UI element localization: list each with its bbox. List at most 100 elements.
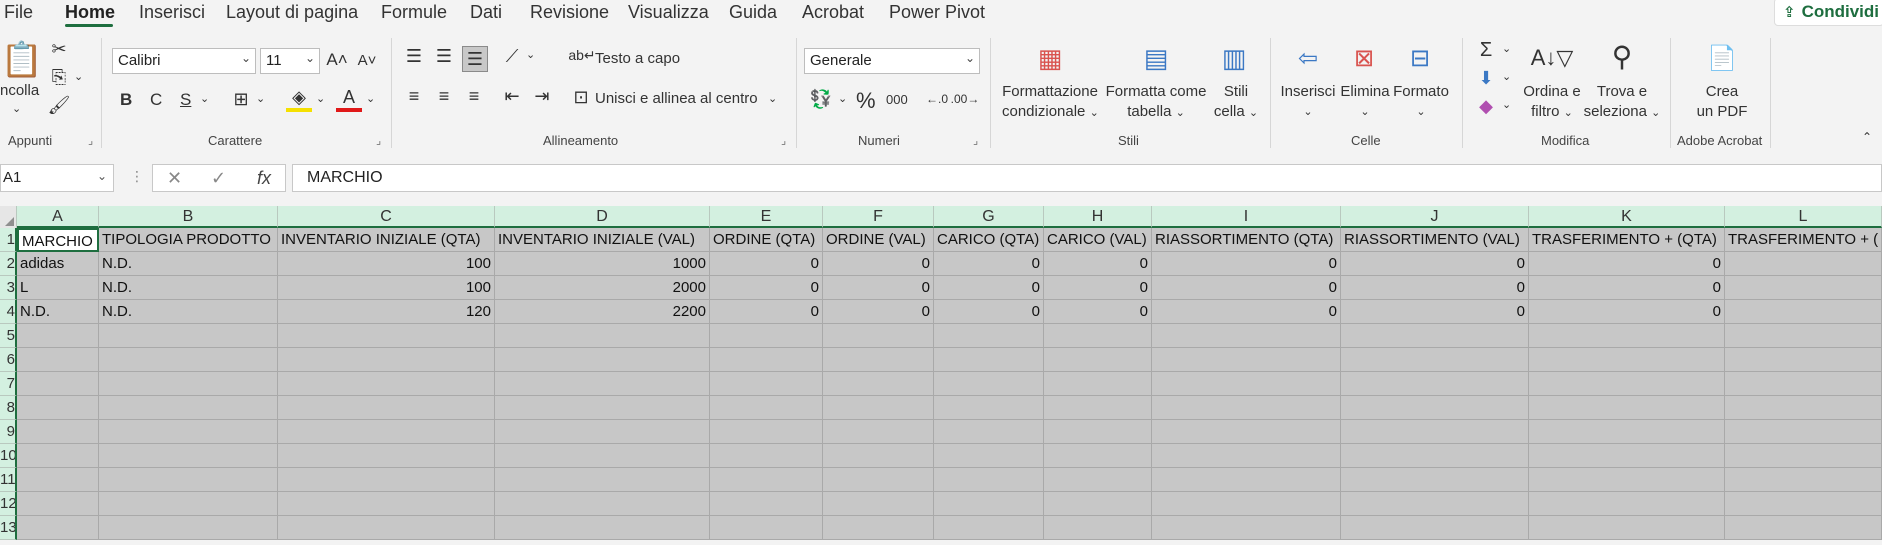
cell-f2[interactable]: 0	[823, 252, 934, 276]
cell-h7[interactable]	[1044, 372, 1152, 396]
cell-b10[interactable]	[99, 444, 278, 468]
column-header-c[interactable]: C	[278, 206, 495, 228]
cell-k5[interactable]	[1529, 324, 1725, 348]
cell-l3[interactable]	[1725, 276, 1882, 300]
cell-h1[interactable]: CARICO (VAL)	[1044, 228, 1152, 252]
cell-d11[interactable]	[495, 468, 710, 492]
cell-j9[interactable]	[1341, 420, 1529, 444]
align-center-icon[interactable]: ≡	[432, 84, 456, 108]
cell-k13[interactable]	[1529, 516, 1725, 540]
menu-acrobat[interactable]: Acrobat	[802, 2, 864, 23]
cell-c8[interactable]	[278, 396, 495, 420]
row-header-6[interactable]: 6	[0, 348, 17, 372]
increase-font-icon[interactable]: A˄	[326, 48, 348, 72]
borders-dropdown-icon[interactable]: ⌄	[256, 92, 265, 105]
name-box[interactable]: A1 ⌄	[0, 164, 114, 192]
cell-b3[interactable]: N.D.	[99, 276, 278, 300]
cell-j6[interactable]	[1341, 348, 1529, 372]
column-header-a[interactable]: A	[17, 206, 99, 228]
fill-icon[interactable]: ⬇	[1474, 66, 1498, 90]
merge-center-icon[interactable]: ⊡	[570, 86, 592, 108]
fill-color-dropdown-icon[interactable]: ⌄	[316, 92, 325, 105]
cell-g9[interactable]	[934, 420, 1044, 444]
column-header-j[interactable]: J	[1341, 206, 1529, 228]
cell-e9[interactable]	[710, 420, 823, 444]
cell-j4[interactable]: 0	[1341, 300, 1529, 324]
cell-c9[interactable]	[278, 420, 495, 444]
cell-c3[interactable]: 100	[278, 276, 495, 300]
clear-dropdown-icon[interactable]: ⌄	[1502, 98, 1511, 111]
cell-i9[interactable]	[1152, 420, 1341, 444]
cell-f13[interactable]	[823, 516, 934, 540]
cell-i2[interactable]: 0	[1152, 252, 1341, 276]
cell-h13[interactable]	[1044, 516, 1152, 540]
column-header-b[interactable]: B	[99, 206, 278, 228]
delete-cells-icon[interactable]: ⊠	[1346, 42, 1382, 74]
share-button[interactable]: ⇪ Condividi	[1774, 0, 1882, 26]
cell-a4[interactable]: N.D.	[17, 300, 99, 324]
formula-input[interactable]: MARCHIO	[292, 164, 1882, 192]
insert-function-icon[interactable]: fx	[257, 168, 271, 189]
menu-dati[interactable]: Dati	[470, 2, 502, 23]
insert-cells-button[interactable]: Inserisci ⌄	[1280, 82, 1336, 122]
currency-dropdown-icon[interactable]: ⌄	[838, 92, 847, 105]
cell-i13[interactable]	[1152, 516, 1341, 540]
cell-j13[interactable]	[1341, 516, 1529, 540]
column-header-f[interactable]: F	[823, 206, 934, 228]
select-all-button[interactable]	[0, 206, 17, 228]
cell-c5[interactable]	[278, 324, 495, 348]
cell-d1[interactable]: INVENTARIO INIZIALE (VAL)	[495, 228, 710, 252]
menu-file[interactable]: File	[4, 2, 33, 23]
cell-g13[interactable]	[934, 516, 1044, 540]
create-pdf-icon[interactable]: 📄	[1706, 40, 1738, 76]
cell-a10[interactable]	[17, 444, 99, 468]
cell-styles-icon[interactable]: ▥	[1216, 42, 1252, 74]
font-color-icon[interactable]: A	[336, 86, 362, 112]
cell-l10[interactable]	[1725, 444, 1882, 468]
row-header-10[interactable]: 10	[0, 444, 17, 468]
cell-k7[interactable]	[1529, 372, 1725, 396]
cell-c10[interactable]	[278, 444, 495, 468]
align-left-icon[interactable]: ≡	[402, 84, 426, 108]
decrease-decimal-icon[interactable]: .00→	[951, 86, 980, 112]
align-middle-icon[interactable]: ☰	[432, 44, 456, 68]
font-size-select[interactable]: 11 ⌄	[260, 48, 320, 74]
cell-k1[interactable]: TRASFERIMENTO + (QTA)	[1529, 228, 1725, 252]
cell-i1[interactable]: RIASSORTIMENTO (QTA)	[1152, 228, 1341, 252]
underline-dropdown-icon[interactable]: ⌄	[200, 92, 209, 105]
percent-button[interactable]: %	[856, 88, 876, 114]
cell-l12[interactable]	[1725, 492, 1882, 516]
menu-visualizza[interactable]: Visualizza	[628, 2, 709, 23]
menu-home[interactable]: Home	[65, 2, 115, 23]
bold-button[interactable]: B	[120, 90, 132, 110]
cut-icon[interactable]: ✂	[48, 38, 70, 60]
cell-b11[interactable]	[99, 468, 278, 492]
cell-h2[interactable]: 0	[1044, 252, 1152, 276]
cell-g12[interactable]	[934, 492, 1044, 516]
cell-h6[interactable]	[1044, 348, 1152, 372]
cell-a11[interactable]	[17, 468, 99, 492]
cell-d12[interactable]	[495, 492, 710, 516]
row-header-1[interactable]: 1	[0, 228, 17, 252]
cell-c12[interactable]	[278, 492, 495, 516]
cell-b6[interactable]	[99, 348, 278, 372]
cell-k11[interactable]	[1529, 468, 1725, 492]
clear-icon[interactable]: ◆	[1474, 94, 1498, 118]
column-header-l[interactable]: L	[1725, 206, 1882, 228]
currency-icon[interactable]: 💱	[808, 86, 834, 112]
cell-i5[interactable]	[1152, 324, 1341, 348]
cell-f5[interactable]	[823, 324, 934, 348]
cell-d6[interactable]	[495, 348, 710, 372]
cell-f3[interactable]: 0	[823, 276, 934, 300]
copy-icon[interactable]: ⎘	[48, 66, 70, 88]
cell-b5[interactable]	[99, 324, 278, 348]
cell-e6[interactable]	[710, 348, 823, 372]
cell-d4[interactable]: 2200	[495, 300, 710, 324]
cell-e2[interactable]: 0	[710, 252, 823, 276]
cell-k3[interactable]: 0	[1529, 276, 1725, 300]
cell-k4[interactable]: 0	[1529, 300, 1725, 324]
cell-l6[interactable]	[1725, 348, 1882, 372]
cell-i12[interactable]	[1152, 492, 1341, 516]
decrease-font-icon[interactable]: A˅	[356, 48, 378, 72]
cell-h10[interactable]	[1044, 444, 1152, 468]
